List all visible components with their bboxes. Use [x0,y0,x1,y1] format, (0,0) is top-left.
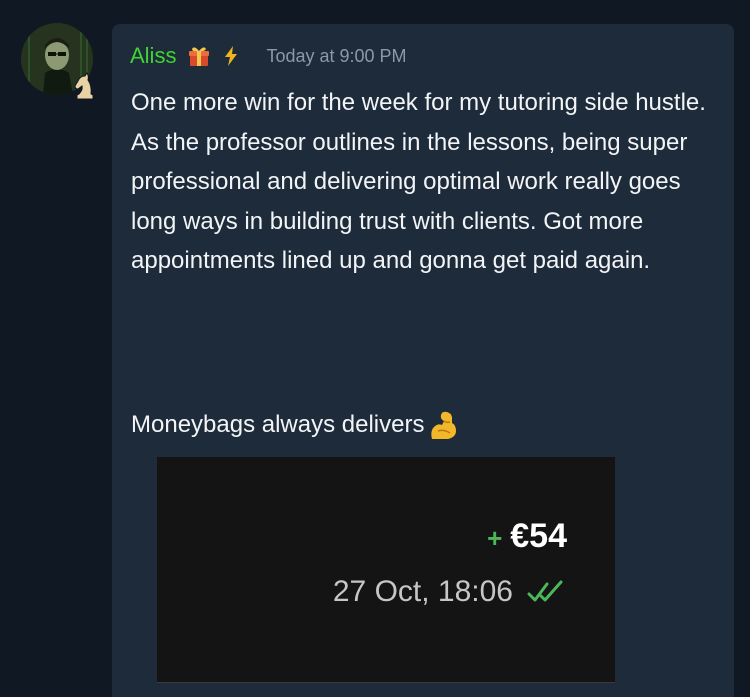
payment-amount-row: + €54 [487,517,567,556]
message-body: One more win for the week for my tutorin… [131,83,721,281]
message-closing: Moneybags always delivers [131,405,460,444]
chess-knight-icon [74,72,94,100]
username[interactable]: Aliss [130,43,176,69]
payment-date-row: 27 Oct, 18:06 [333,575,565,609]
message-text: One more win for the week for my tutorin… [131,89,706,274]
payment-amount: €54 [510,517,567,555]
message-closing-text: Moneybags always delivers [131,411,425,438]
message-timestamp: Today at 9:00 PM [266,45,407,66]
message-header: Aliss Today at 9:00 PM [130,40,407,72]
flexed-biceps-icon [431,411,457,439]
double-check-icon [527,580,563,602]
chat-view: Aliss Today at 9:00 PM One more win for … [0,0,750,697]
payment-sign: + [487,523,503,553]
gift-icon [189,47,210,66]
payment-date: 27 Oct, 18:06 [332,575,513,608]
attachment-image[interactable]: + €54 27 Oct, 18:06 [157,457,615,683]
lightning-icon [225,46,238,66]
